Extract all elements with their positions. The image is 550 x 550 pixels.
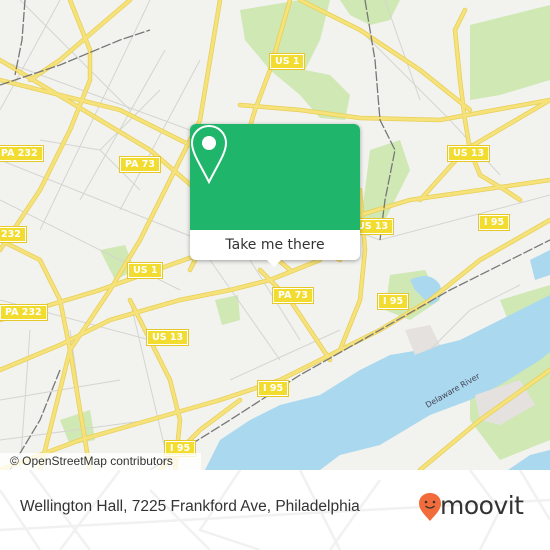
footer: Wellington Hall, 7225 Frankford Ave, Phi… bbox=[0, 470, 550, 550]
road-shield: US 13 bbox=[145, 329, 190, 346]
location-popup: Take me there bbox=[190, 124, 360, 267]
popup-pointer bbox=[267, 260, 281, 267]
road-shield: I 95 bbox=[256, 380, 290, 397]
road-shield: PA 73 bbox=[119, 156, 161, 173]
attribution: © OpenStreetMap contributors bbox=[0, 453, 201, 470]
road-shield: PA 232 bbox=[0, 145, 44, 162]
road-shield: PA 73 bbox=[272, 287, 314, 304]
attribution-text: © OpenStreetMap contributors bbox=[10, 454, 173, 468]
map-pin-icon bbox=[190, 124, 228, 185]
road-shield: US 1 bbox=[268, 53, 306, 70]
moovit-wordmark: moovit bbox=[440, 491, 524, 520]
map[interactable]: US 1 PA 232 PA 73 US 13 US 13 232 US 1 P… bbox=[0, 0, 550, 470]
road-shield: I 95 bbox=[376, 293, 410, 310]
moovit-logo: moovit bbox=[418, 488, 548, 528]
road-shield: PA 232 bbox=[0, 304, 48, 321]
popup-header bbox=[190, 124, 360, 230]
moovit-pin-icon bbox=[419, 493, 441, 521]
take-me-there-button[interactable]: Take me there bbox=[190, 230, 360, 260]
road-shield: I 95 bbox=[477, 214, 511, 231]
road-shield: US 1 bbox=[126, 262, 164, 279]
road-shield: 232 bbox=[0, 226, 27, 243]
address-text: Wellington Hall, 7225 Frankford Ave, Phi… bbox=[20, 498, 360, 515]
road-shield: US 13 bbox=[446, 145, 491, 162]
